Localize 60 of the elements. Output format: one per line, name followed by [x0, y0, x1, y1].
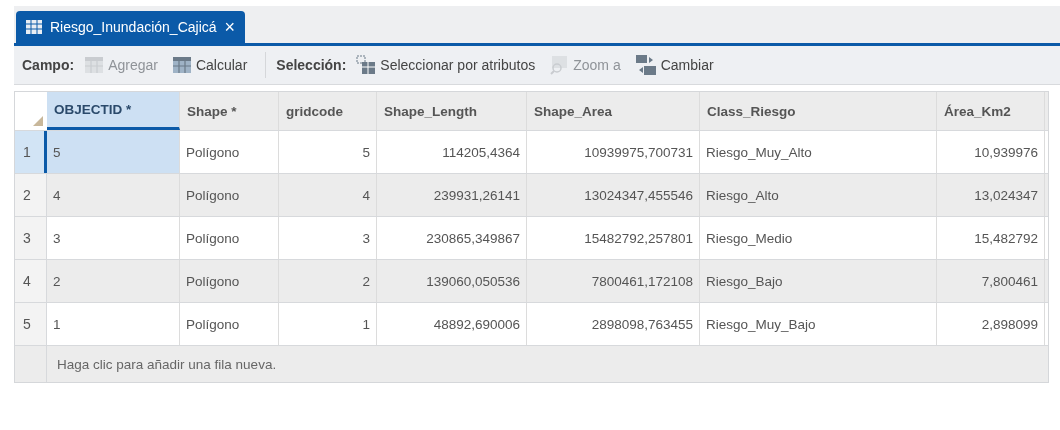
row-number[interactable]: 3 [15, 217, 47, 259]
table-cell: Polígono [180, 260, 279, 302]
row-number[interactable]: 2 [15, 174, 47, 216]
table-cell: 48892,690006 [377, 303, 527, 345]
table-cell: Riesgo_Muy_Bajo [700, 303, 937, 345]
table-cell: 239931,26141 [377, 174, 527, 216]
table-cell: 13,024347 [937, 174, 1045, 216]
table-cell: 15,482792 [937, 217, 1045, 259]
table-cell: 2 [47, 260, 180, 302]
switch-selection-icon [634, 54, 657, 76]
table-cell: Polígono [180, 217, 279, 259]
close-icon[interactable]: × [224, 18, 236, 36]
table-cell: Riesgo_Muy_Alto [700, 131, 937, 173]
table-icon [26, 20, 42, 34]
table-cell: 4 [47, 174, 180, 216]
table-cell: Polígono [180, 303, 279, 345]
table-cell: 5 [47, 131, 180, 173]
table-cell: Riesgo_Bajo [700, 260, 937, 302]
table-cell: 13024347,455546 [527, 174, 700, 216]
select-all-icon[interactable] [33, 116, 43, 126]
table-cell: 230865,349867 [377, 217, 527, 259]
table-cell: 10,939976 [937, 131, 1045, 173]
table-cell: 139060,050536 [377, 260, 527, 302]
table-cell: 3 [279, 217, 377, 259]
column-header[interactable]: gridcode [279, 92, 377, 130]
table-cell: 2898098,763455 [527, 303, 700, 345]
table-cell: 2 [279, 260, 377, 302]
tab-title: Riesgo_Inundación_Cajicá [50, 19, 217, 35]
toolbar-button[interactable]: Calcular [167, 53, 252, 77]
table-cell: Riesgo_Medio [700, 217, 937, 259]
zoom-table-icon [549, 55, 570, 75]
row-number[interactable]: 1 [15, 131, 47, 173]
table-cell: 7,800461 [937, 260, 1045, 302]
table-tab[interactable]: Riesgo_Inundación_Cajicá × [16, 11, 246, 43]
column-header[interactable]: Shape_Area [527, 92, 700, 130]
toolbar-label: Selección: [276, 57, 347, 73]
column-header[interactable]: Class_Riesgo [700, 92, 937, 130]
table-cell: Riesgo_Alto [700, 174, 937, 216]
table-cell: 1 [47, 303, 180, 345]
column-header[interactable]: Área_Km2 [937, 92, 1045, 130]
table-cell: 2,898099 [937, 303, 1045, 345]
table-cell: 10939975,700731 [527, 131, 700, 173]
table-cell: 7800461,172108 [527, 260, 700, 302]
toolbar-button[interactable]: Cambiar [630, 52, 718, 78]
table-cell: 5 [279, 131, 377, 173]
column-header[interactable]: Shape_Length [377, 92, 527, 130]
table-cell: 114205,4364 [377, 131, 527, 173]
row-number[interactable]: 4 [15, 260, 47, 302]
toolbar-button[interactable]: Seleccionar por atributos [352, 53, 540, 77]
table-cell: 4 [279, 174, 377, 216]
row-number[interactable]: 5 [15, 303, 47, 345]
table-cell: 15482792,257801 [527, 217, 700, 259]
table-cell: 3 [47, 217, 180, 259]
table-cell: Polígono [180, 131, 279, 173]
column-header[interactable]: OBJECTID * [47, 92, 180, 130]
column-header[interactable]: Shape * [180, 92, 279, 130]
toolbar-label: Campo: [22, 57, 75, 73]
table-cell: Polígono [180, 174, 279, 216]
table-cell: 1 [279, 303, 377, 345]
select-table-icon [356, 55, 377, 75]
